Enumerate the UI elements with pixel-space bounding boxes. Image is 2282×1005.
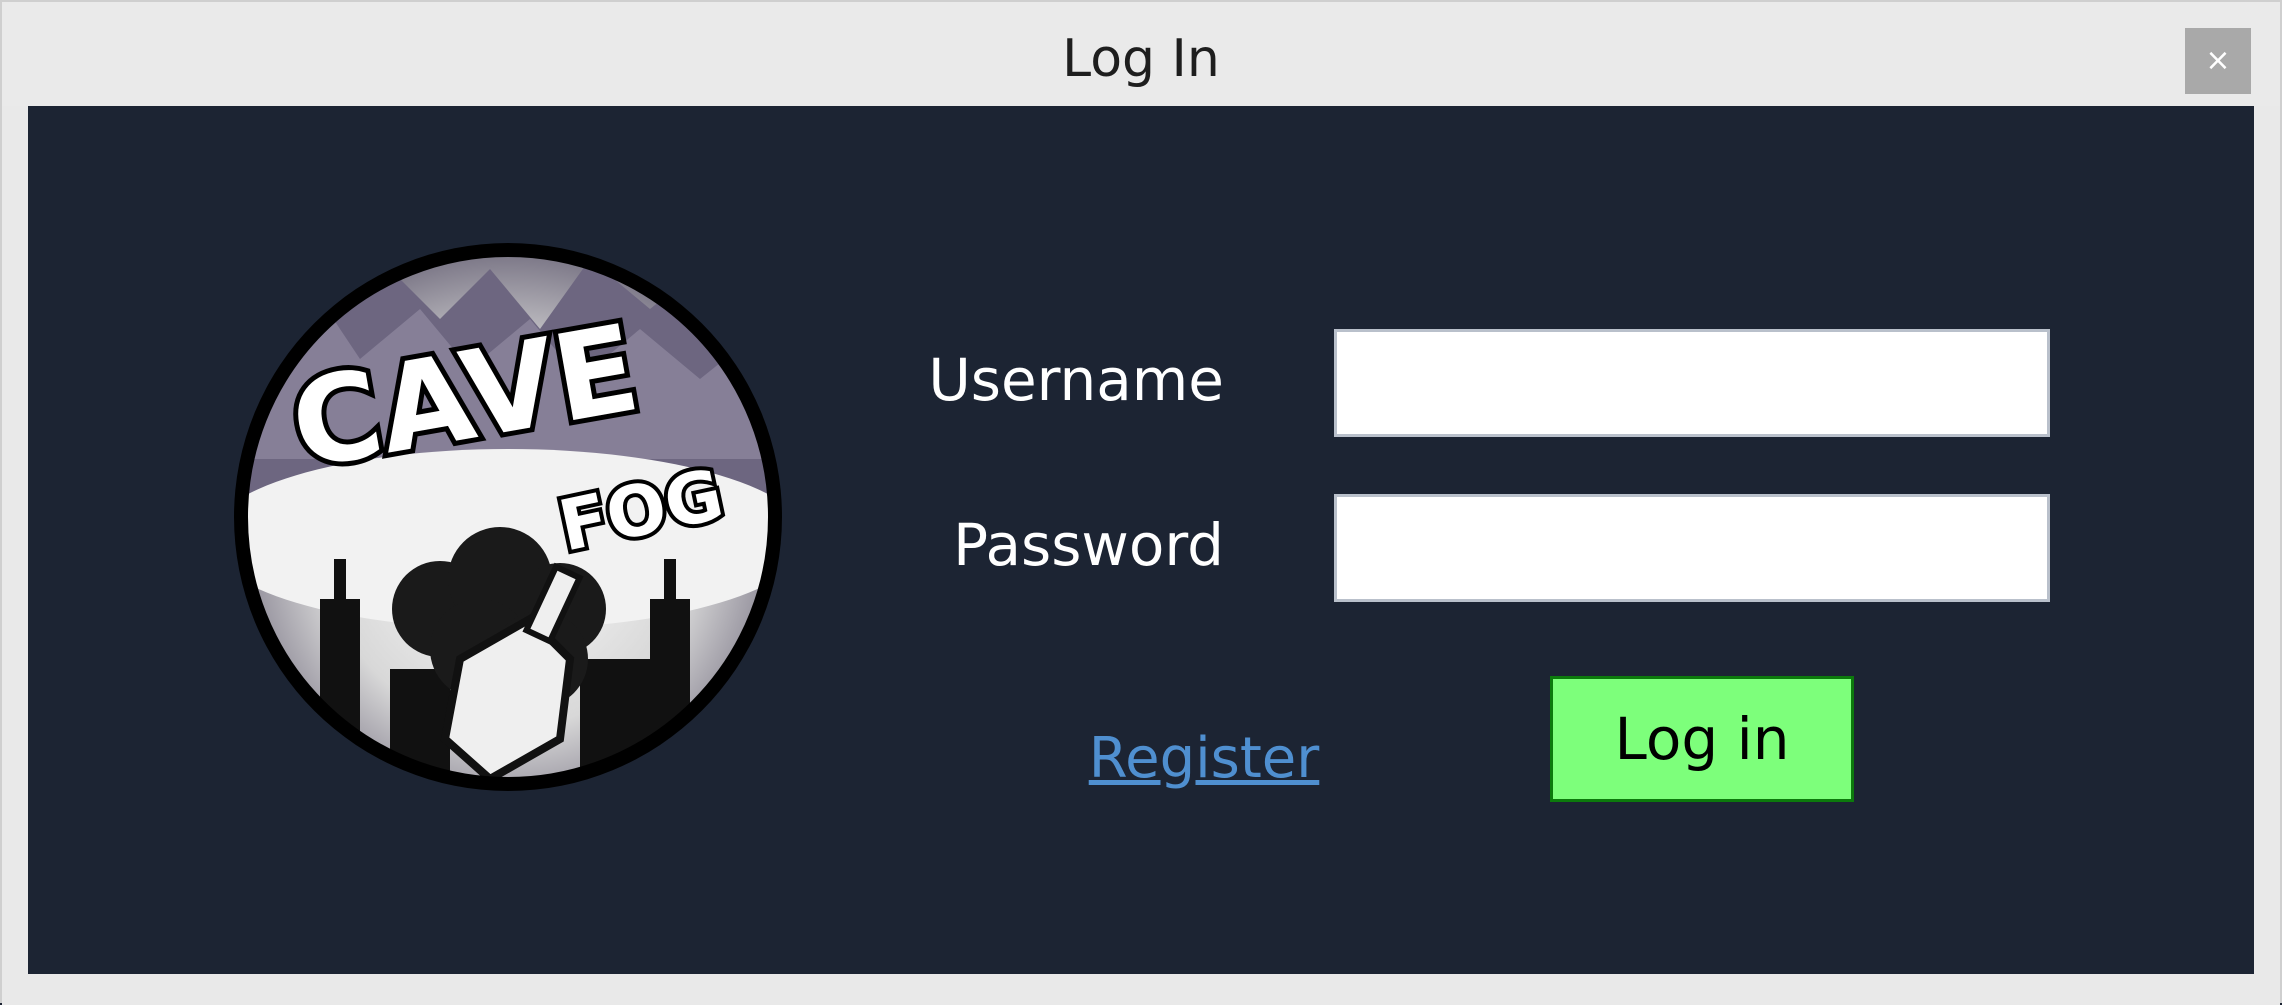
window-title: Log In xyxy=(1062,29,1220,89)
username-field[interactable] xyxy=(1334,329,2050,437)
login-panel: CAVE FOG Username Password Register Log … xyxy=(28,106,2254,974)
title-bar[interactable]: Log In × xyxy=(2,2,2280,106)
login-button[interactable]: Log in xyxy=(1550,676,1854,802)
username-label: Username xyxy=(928,346,1224,414)
password-label: Password xyxy=(953,511,1224,579)
window-bottom-border xyxy=(2,974,2280,1005)
password-field[interactable] xyxy=(1334,494,2050,602)
close-button[interactable]: × xyxy=(2185,28,2251,94)
cave-fog-logo: CAVE FOG xyxy=(234,243,782,791)
login-window: Log In × CAVE FOG Username Password Regi… xyxy=(0,0,2282,1005)
register-link[interactable]: Register xyxy=(1078,726,1330,791)
